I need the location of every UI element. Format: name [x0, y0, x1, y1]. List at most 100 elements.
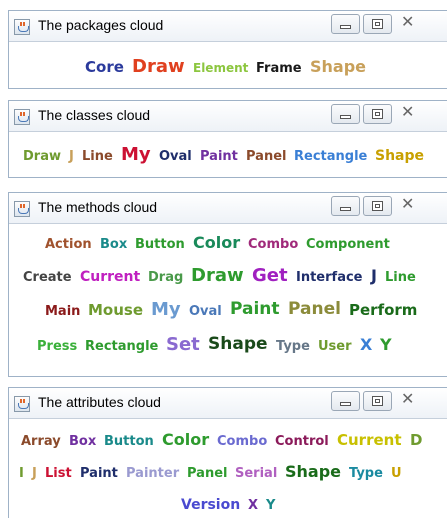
- window-title: The packages cloud: [38, 17, 164, 33]
- cloud-word[interactable]: Y: [380, 337, 392, 353]
- minimize-button[interactable]: [331, 104, 360, 124]
- cloud-word[interactable]: Panel: [246, 150, 286, 163]
- cloud-word[interactable]: Painter: [126, 467, 179, 480]
- cloud-word[interactable]: Button: [104, 435, 154, 448]
- title-bar[interactable]: The classes cloud ✕: [9, 101, 447, 132]
- java-cup-icon: [14, 19, 30, 35]
- cloud-word[interactable]: Get: [252, 266, 288, 285]
- maximize-button[interactable]: [363, 196, 392, 216]
- maximize-button[interactable]: [363, 104, 392, 124]
- cloud-word[interactable]: Panel: [288, 301, 341, 318]
- java-cup-icon: [14, 201, 30, 217]
- title-bar[interactable]: The attributes cloud ✕: [9, 388, 447, 419]
- cloud-word[interactable]: Oval: [159, 150, 192, 163]
- cloud-word[interactable]: Mouse: [88, 303, 143, 318]
- methods-cloud-window: The methods cloud ✕ Action Box Button Color…: [8, 192, 447, 377]
- cloud-word[interactable]: Set: [166, 335, 200, 354]
- window-title: The methods cloud: [38, 199, 158, 215]
- cloud-word[interactable]: Line: [82, 150, 113, 163]
- cloud-word[interactable]: Core: [85, 60, 124, 75]
- cloud-word[interactable]: Serial: [235, 467, 277, 480]
- close-button[interactable]: ✕: [395, 389, 424, 411]
- cloud-word[interactable]: I: [19, 467, 24, 480]
- cloud-word[interactable]: Y: [266, 499, 275, 512]
- attributes-cloud-window: The attributes cloud ✕ Array Box Button Col…: [8, 387, 447, 518]
- cloud-word[interactable]: Press: [37, 340, 77, 353]
- cloud-word[interactable]: Component: [306, 238, 390, 251]
- packages-cloud-window: The packages cloud ✕ Core Draw Element Fram…: [8, 10, 447, 89]
- cloud-word[interactable]: Shape: [375, 149, 424, 163]
- title-bar[interactable]: The packages cloud ✕: [9, 11, 447, 42]
- word-cloud: Core Draw Element Frame Shape: [9, 42, 447, 88]
- close-icon: ✕: [401, 102, 415, 121]
- cloud-word[interactable]: Paint: [200, 150, 238, 163]
- cloud-word[interactable]: Color: [193, 235, 240, 251]
- window-title: The classes cloud: [38, 107, 151, 123]
- word-cloud: Array Box Button Color Combo Control Current D I…: [9, 419, 447, 518]
- cloud-word[interactable]: Draw: [23, 150, 61, 163]
- cloud-word[interactable]: Array: [21, 435, 61, 448]
- cloud-word[interactable]: Button: [135, 238, 185, 251]
- cloud-word[interactable]: Draw: [191, 266, 244, 285]
- cloud-word[interactable]: Frame: [256, 62, 302, 75]
- cloud-word[interactable]: Create: [23, 271, 72, 284]
- close-icon: ✕: [401, 194, 415, 213]
- cloud-word[interactable]: Current: [80, 270, 140, 284]
- cloud-word[interactable]: Box: [100, 238, 127, 251]
- cloud-word[interactable]: Shape: [208, 336, 268, 353]
- cloud-word[interactable]: Rectangle: [294, 150, 367, 163]
- window-title: The attributes cloud: [38, 394, 161, 410]
- cloud-word[interactable]: Combo: [217, 435, 267, 448]
- cloud-word[interactable]: Control: [275, 435, 329, 448]
- cloud-word[interactable]: D: [410, 433, 422, 448]
- maximize-button[interactable]: [363, 391, 392, 411]
- cloud-word[interactable]: Draw: [132, 57, 185, 76]
- cloud-word[interactable]: Shape: [310, 59, 366, 75]
- cloud-word[interactable]: Perform: [349, 303, 417, 318]
- minimize-button[interactable]: [331, 196, 360, 216]
- cloud-word[interactable]: X: [248, 499, 258, 512]
- cloud-word[interactable]: Element: [193, 62, 248, 74]
- cloud-word[interactable]: Current: [337, 433, 402, 448]
- close-button[interactable]: ✕: [395, 194, 424, 216]
- cloud-word[interactable]: Paint: [230, 301, 280, 318]
- cloud-word[interactable]: Drag: [148, 271, 183, 284]
- cloud-word[interactable]: Color: [162, 432, 209, 448]
- title-bar[interactable]: The methods cloud ✕: [9, 193, 447, 224]
- cloud-word[interactable]: Interface: [296, 271, 363, 284]
- cloud-word[interactable]: Combo: [248, 238, 298, 251]
- close-icon: ✕: [401, 12, 415, 31]
- cloud-word[interactable]: Action: [45, 238, 92, 251]
- cloud-word[interactable]: Box: [69, 435, 96, 448]
- cloud-word[interactable]: User: [318, 340, 352, 353]
- minimize-button[interactable]: [331, 14, 360, 34]
- java-cup-icon: [14, 109, 30, 125]
- cloud-word[interactable]: Rectangle: [85, 340, 158, 353]
- cloud-word[interactable]: My: [151, 300, 181, 319]
- cloud-word[interactable]: Line: [385, 271, 416, 284]
- cloud-word[interactable]: Type: [276, 340, 310, 353]
- cloud-word[interactable]: My: [121, 145, 151, 164]
- cloud-word[interactable]: X: [360, 337, 372, 353]
- maximize-button[interactable]: [363, 14, 392, 34]
- classes-cloud-window: The classes cloud ✕ Draw J Line My Oval Paint…: [8, 100, 447, 178]
- cloud-word[interactable]: J: [371, 268, 377, 284]
- java-cup-icon: [14, 396, 30, 412]
- cloud-word[interactable]: U: [391, 467, 402, 480]
- cloud-word[interactable]: Main: [45, 305, 80, 318]
- cloud-word[interactable]: List: [45, 467, 72, 480]
- cloud-word[interactable]: J: [69, 150, 74, 163]
- cloud-word[interactable]: Paint: [80, 467, 118, 480]
- cloud-word[interactable]: Version: [181, 498, 240, 512]
- close-button[interactable]: ✕: [395, 12, 424, 34]
- close-button[interactable]: ✕: [395, 102, 424, 124]
- cloud-word[interactable]: Oval: [189, 305, 222, 318]
- close-icon: ✕: [401, 389, 415, 408]
- cloud-word[interactable]: Type: [349, 467, 383, 480]
- cloud-word[interactable]: Panel: [187, 467, 227, 480]
- word-cloud: Action Box Button Color Combo Component Create…: [9, 224, 447, 376]
- cloud-word[interactable]: J: [32, 467, 37, 480]
- cloud-word[interactable]: Shape: [285, 464, 341, 480]
- word-cloud: Draw J Line My Oval Paint Panel Rectangle Shape: [9, 132, 447, 177]
- minimize-button[interactable]: [331, 391, 360, 411]
